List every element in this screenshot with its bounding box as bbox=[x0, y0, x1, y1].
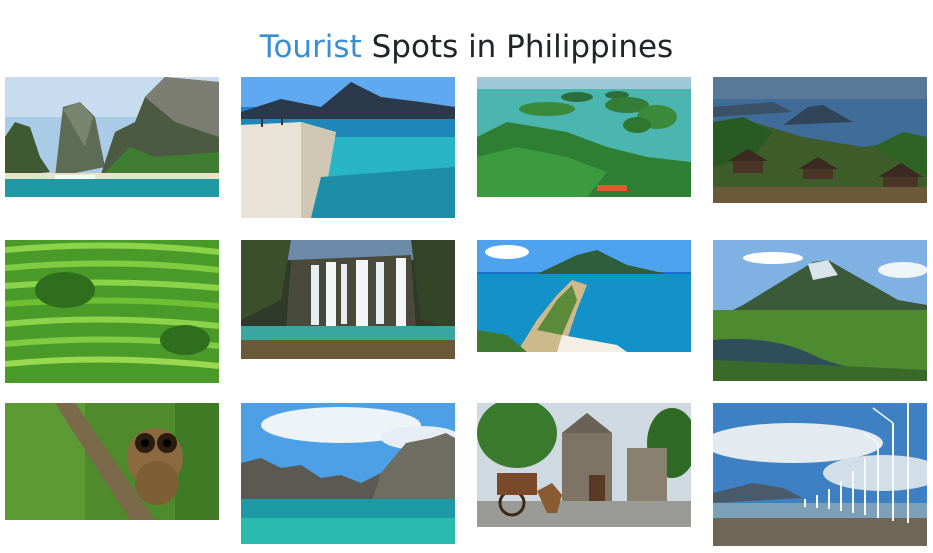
gallery-image-7[interactable] bbox=[477, 240, 691, 352]
gallery-image-6[interactable] bbox=[241, 240, 455, 359]
gallery-image-9[interactable] bbox=[5, 403, 219, 520]
title-accent-word: Tourist bbox=[259, 29, 362, 65]
gallery-image-8[interactable] bbox=[713, 240, 927, 381]
gallery-image-1[interactable] bbox=[5, 77, 219, 197]
page-title: Tourist Spots in Philippines bbox=[0, 27, 933, 67]
gallery-image-3[interactable] bbox=[477, 77, 691, 197]
title-rest: Spots in Philippines bbox=[361, 29, 674, 65]
gallery-image-10[interactable] bbox=[241, 403, 455, 544]
gallery-image-4[interactable] bbox=[713, 77, 927, 203]
gallery-image-12[interactable] bbox=[713, 403, 927, 546]
gallery-image-5[interactable] bbox=[5, 240, 219, 383]
gallery-image-2[interactable] bbox=[241, 77, 455, 218]
gallery-image-11[interactable] bbox=[477, 403, 691, 527]
